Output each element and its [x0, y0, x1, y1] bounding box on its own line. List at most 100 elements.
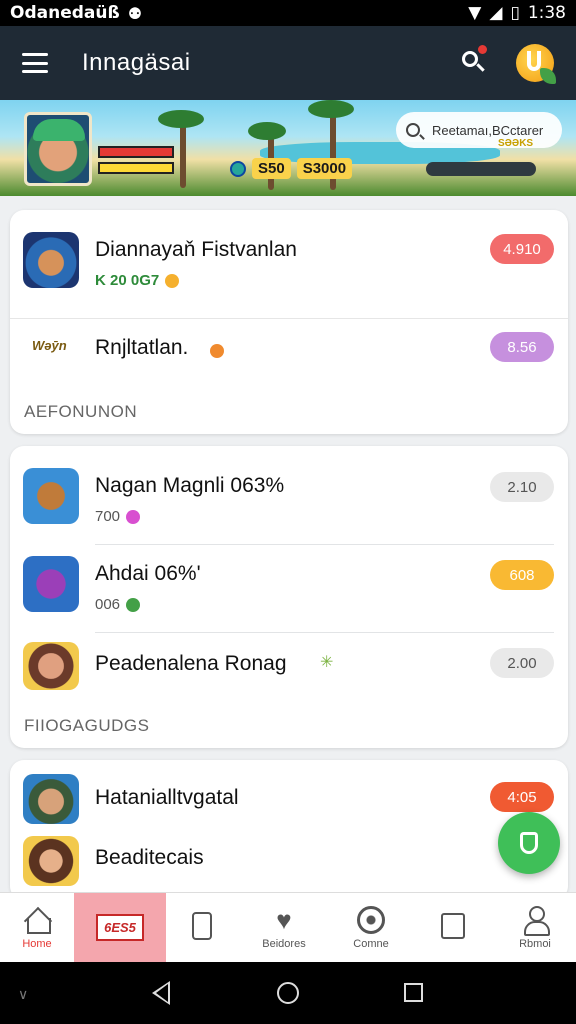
app-bar: Innagäsai: [0, 26, 576, 100]
palm-frond: [308, 100, 354, 118]
nav-cards[interactable]: [412, 893, 494, 962]
palm-frond: [248, 122, 286, 140]
game-thumbnail[interactable]: [23, 556, 79, 612]
system-navigation-bar: ∨: [0, 962, 576, 1024]
game-title[interactable]: Peadenalena Ronag: [95, 652, 287, 676]
promo-banner[interactable]: S50 S3000 Reetamaı,BCctarer SƏƏKS: [0, 100, 576, 196]
game-meta-text: 006: [95, 596, 121, 613]
game-card-1: Diannayaň Fistvanlan K 20 0G7 4.910 Wəȳn…: [10, 210, 568, 434]
section-label: AEFONUNON: [24, 402, 138, 421]
banner-search-field[interactable]: Reetamaı,BCctarer: [396, 112, 562, 148]
hero-avatar: [24, 112, 92, 186]
divider: [95, 632, 554, 633]
notification-icon: ⚉: [127, 3, 143, 23]
price-text: 608: [509, 566, 535, 584]
price-text: 8.56: [507, 338, 537, 356]
signal-icon: ◢: [489, 3, 503, 23]
nav-games[interactable]: Comne: [330, 893, 412, 962]
nav-phone[interactable]: [166, 893, 238, 962]
publisher-logo: Wəȳn: [32, 338, 67, 353]
ball-icon: [357, 905, 385, 934]
fire-icon: [210, 344, 224, 358]
game-title[interactable]: Hatanialltvgatal: [95, 786, 239, 810]
nav-profile[interactable]: Rbmoi: [494, 893, 576, 962]
heart-icon: ♥: [276, 904, 292, 935]
divider: [10, 318, 568, 319]
recents-icon[interactable]: [404, 983, 423, 1002]
game-thumbnail[interactable]: [23, 774, 79, 824]
price-badge[interactable]: 2.10: [490, 472, 554, 502]
game-title[interactable]: Diannayaň Fistvanlan: [95, 238, 297, 262]
menu-icon[interactable]: [22, 53, 48, 73]
game-meta: K 20 0G7: [95, 272, 180, 289]
game-title[interactable]: Ahdai 06%': [95, 562, 201, 586]
nav-label: Home: [22, 937, 52, 950]
app-title: Innagäsai: [82, 49, 191, 76]
banner-search-subtext: SƏƏKS: [498, 138, 534, 149]
profile-avatar[interactable]: [516, 44, 556, 84]
leaf-icon: [126, 597, 141, 612]
person-icon: [521, 905, 550, 936]
game-title[interactable]: Beaditecais: [95, 846, 204, 870]
clock: 1:38: [527, 3, 566, 23]
bottom-navigation: Home 6ES5 ♥ Beidores Comne Rbmoi: [0, 892, 576, 962]
game-card-2: Nagan Magnli 063% 700 2.10 Ahdai 06%' 00…: [10, 446, 568, 748]
battery-icon: ▯: [510, 3, 520, 23]
cards-icon: [441, 912, 465, 939]
price-text: 2.10: [507, 478, 537, 496]
price-badge[interactable]: 608: [490, 560, 554, 590]
divider: [95, 544, 554, 545]
nav-promo-badge: 6ES5: [96, 914, 144, 941]
health-bars: [98, 146, 174, 180]
price-badge[interactable]: 2.00: [490, 648, 554, 678]
coin-counter: S50 S3000: [230, 158, 353, 179]
game-meta: 700: [95, 508, 141, 525]
floating-action-button[interactable]: [498, 812, 560, 874]
price-badge[interactable]: 4:05: [490, 782, 554, 812]
coin-icon: [230, 160, 246, 177]
banner-pill: [426, 162, 536, 176]
status-bar: Odanedaüß ⚉ ▼ ◢ ▯ 1:38: [0, 0, 576, 26]
game-thumbnail[interactable]: [23, 232, 79, 288]
sparkle-icon: ✳: [320, 654, 334, 671]
shield-icon: [520, 832, 538, 854]
game-thumbnail[interactable]: [23, 642, 79, 690]
game-meta-text: K 20 0G7: [95, 272, 160, 289]
section-label: FIIOGAGUDGS: [24, 716, 150, 735]
game-card-3: Hatanialltvgatal 4:05 Beaditecais: [10, 760, 568, 900]
search-icon[interactable]: [460, 45, 488, 77]
notification-dot: [478, 45, 487, 54]
leaf-icon: [540, 68, 556, 84]
nav-label: Beidores: [262, 937, 306, 950]
game-thumbnail[interactable]: [23, 836, 79, 886]
back-icon-inner: [156, 984, 168, 1002]
wifi-icon: ▼: [468, 3, 482, 23]
game-thumbnail[interactable]: [23, 468, 79, 524]
chevron-down-icon[interactable]: ∨: [18, 986, 28, 1003]
nav-label: Rbmoi: [519, 937, 551, 950]
nav-promo[interactable]: 6ES5: [74, 893, 166, 962]
status-icons: ▼ ◢ ▯ 1:38: [468, 3, 566, 23]
game-meta-text: 700: [95, 508, 121, 525]
game-title[interactable]: Rnjltatlan.: [95, 336, 188, 360]
price-badge[interactable]: 4.910: [490, 234, 554, 264]
palm-tree: [180, 118, 186, 188]
coin-value-b: S3000: [296, 158, 353, 179]
coin-value-a: S50: [252, 158, 291, 179]
carrier-text: Odanedaüß: [10, 3, 120, 23]
price-text: 4:05: [507, 788, 537, 806]
banner-search-text: Reetamaı,BCctarer: [432, 122, 544, 138]
nav-home[interactable]: Home: [0, 893, 74, 962]
nav-label: Comne: [353, 937, 389, 950]
coin-icon: [165, 273, 180, 288]
search-icon: [406, 123, 420, 137]
game-title[interactable]: Nagan Magnli 063%: [95, 474, 284, 498]
nav-favorites[interactable]: ♥ Beidores: [238, 893, 330, 962]
price-text: 2.00: [507, 654, 537, 672]
home-circle-icon[interactable]: [277, 982, 299, 1004]
app-root: Odanedaüß ⚉ ▼ ◢ ▯ 1:38 Innagäsai S50 S30…: [0, 0, 576, 1024]
game-meta: 006: [95, 596, 141, 613]
price-badge[interactable]: 8.56: [490, 332, 554, 362]
price-text: 4.910: [503, 240, 541, 258]
palm-frond: [158, 110, 204, 128]
